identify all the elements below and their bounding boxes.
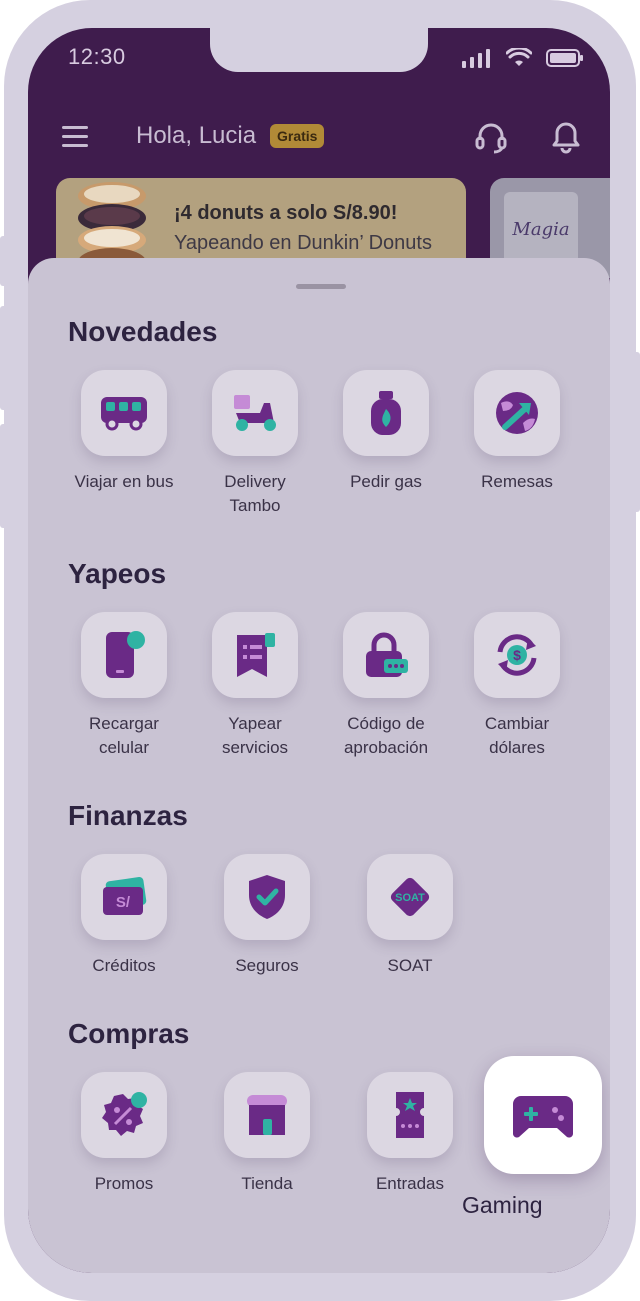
battery-icon — [546, 49, 583, 67]
tile-label: Código de aprobación — [343, 714, 429, 757]
tile-label: SOAT — [387, 956, 433, 975]
tile-soat[interactable]: SOAT SOAT — [355, 854, 465, 978]
tile-gaming[interactable] — [484, 1056, 602, 1174]
phone-icon — [106, 631, 145, 678]
app-screen: 12:30 Hola, Lucia Gratis ¡4 donuts a sol… — [28, 28, 610, 1273]
svg-text:S/: S/ — [116, 894, 131, 911]
lock-code-icon — [366, 632, 408, 677]
svg-text:$: $ — [513, 647, 521, 663]
headset-icon[interactable] — [474, 120, 508, 154]
tile-label: Promos — [94, 1174, 154, 1193]
svg-text:SOAT: SOAT — [395, 892, 425, 904]
phone-volume-up — [0, 306, 8, 410]
section-title-novedades: Novedades — [68, 316, 218, 347]
tile-creditos[interactable]: S/ Créditos — [69, 854, 179, 978]
tile-label: Seguros — [235, 956, 299, 975]
tile-pedir-gas[interactable]: Pedir gas — [331, 370, 441, 494]
tile-promos[interactable]: Promos — [69, 1072, 179, 1196]
tile-remesas[interactable]: Remesas — [462, 370, 572, 494]
tile-label: Remesas — [481, 472, 553, 491]
tile-label: Yapear servicios — [221, 714, 289, 757]
store-icon — [247, 1095, 287, 1135]
tile-tienda[interactable]: Tienda — [212, 1072, 322, 1196]
gamepad-icon — [513, 1096, 573, 1138]
tile-viajar-en-bus[interactable]: Viajar en bus — [69, 370, 179, 494]
globe-icon — [496, 392, 538, 434]
scooter-icon — [234, 395, 276, 431]
tile-label: Cambiar dólares — [484, 714, 550, 757]
tile-cambiar-dolares[interactable]: $ Cambiar dólares — [462, 612, 572, 760]
promo-subtitle: Yapeando en Dunkin’ Donuts — [174, 232, 432, 254]
tile-label: Viajar en bus — [74, 472, 174, 491]
bell-icon[interactable] — [550, 120, 582, 154]
tile-recargar-celular[interactable]: Recargar celular — [69, 612, 179, 760]
section-title-yapeos: Yapeos — [68, 558, 167, 589]
promo-title: ¡4 donuts a solo S/8.90! — [174, 202, 398, 224]
bus-icon — [101, 397, 147, 431]
soat-icon: SOAT — [390, 877, 430, 917]
section-title-finanzas: Finanzas — [68, 800, 188, 831]
tile-label: Pedir gas — [350, 472, 422, 491]
status-time: 12:30 — [68, 44, 126, 69]
tile-codigo-aprobacion[interactable]: Código de aprobación — [331, 612, 441, 760]
notch — [210, 28, 428, 72]
tile-yapear-servicios[interactable]: Yapear servicios — [200, 612, 310, 760]
greeting: Hola, Lucia — [136, 122, 257, 149]
currency-exchange-icon: $ — [497, 634, 537, 676]
magia-logo: Magia — [504, 192, 578, 266]
wifi-icon — [506, 48, 532, 66]
shield-check-icon — [249, 875, 285, 919]
tile-delivery-tambo[interactable]: Delivery Tambo — [200, 370, 310, 518]
tile-seguros[interactable]: Seguros — [212, 854, 322, 978]
section-title-compras: Compras — [68, 1018, 190, 1049]
discount-badge-icon — [102, 1092, 147, 1136]
tile-label: Recargar celular — [89, 714, 159, 757]
signal-icon — [462, 49, 490, 68]
money-card-icon: S/ — [103, 877, 147, 915]
gas-tank-icon — [371, 391, 401, 435]
phone-side-button — [0, 236, 8, 286]
receipt-icon — [237, 633, 275, 677]
phone-volume-down — [0, 424, 8, 528]
gaming-label: Gaming — [462, 1192, 543, 1218]
tile-label: Delivery Tambo — [224, 472, 286, 515]
gratis-badge: Gratis — [270, 124, 325, 148]
menu-icon[interactable] — [62, 126, 88, 148]
tile-label: Entradas — [375, 1174, 445, 1193]
tile-entradas[interactable]: Entradas — [355, 1072, 465, 1196]
tile-label: Tienda — [241, 1174, 293, 1193]
app-header: Hola, Lucia Gratis — [28, 112, 610, 162]
phone-power-button — [632, 352, 640, 512]
ticket-icon — [396, 1092, 424, 1138]
status-icons — [462, 48, 584, 68]
sheet-drag-handle[interactable] — [296, 284, 346, 289]
tile-label: Créditos — [92, 956, 156, 975]
